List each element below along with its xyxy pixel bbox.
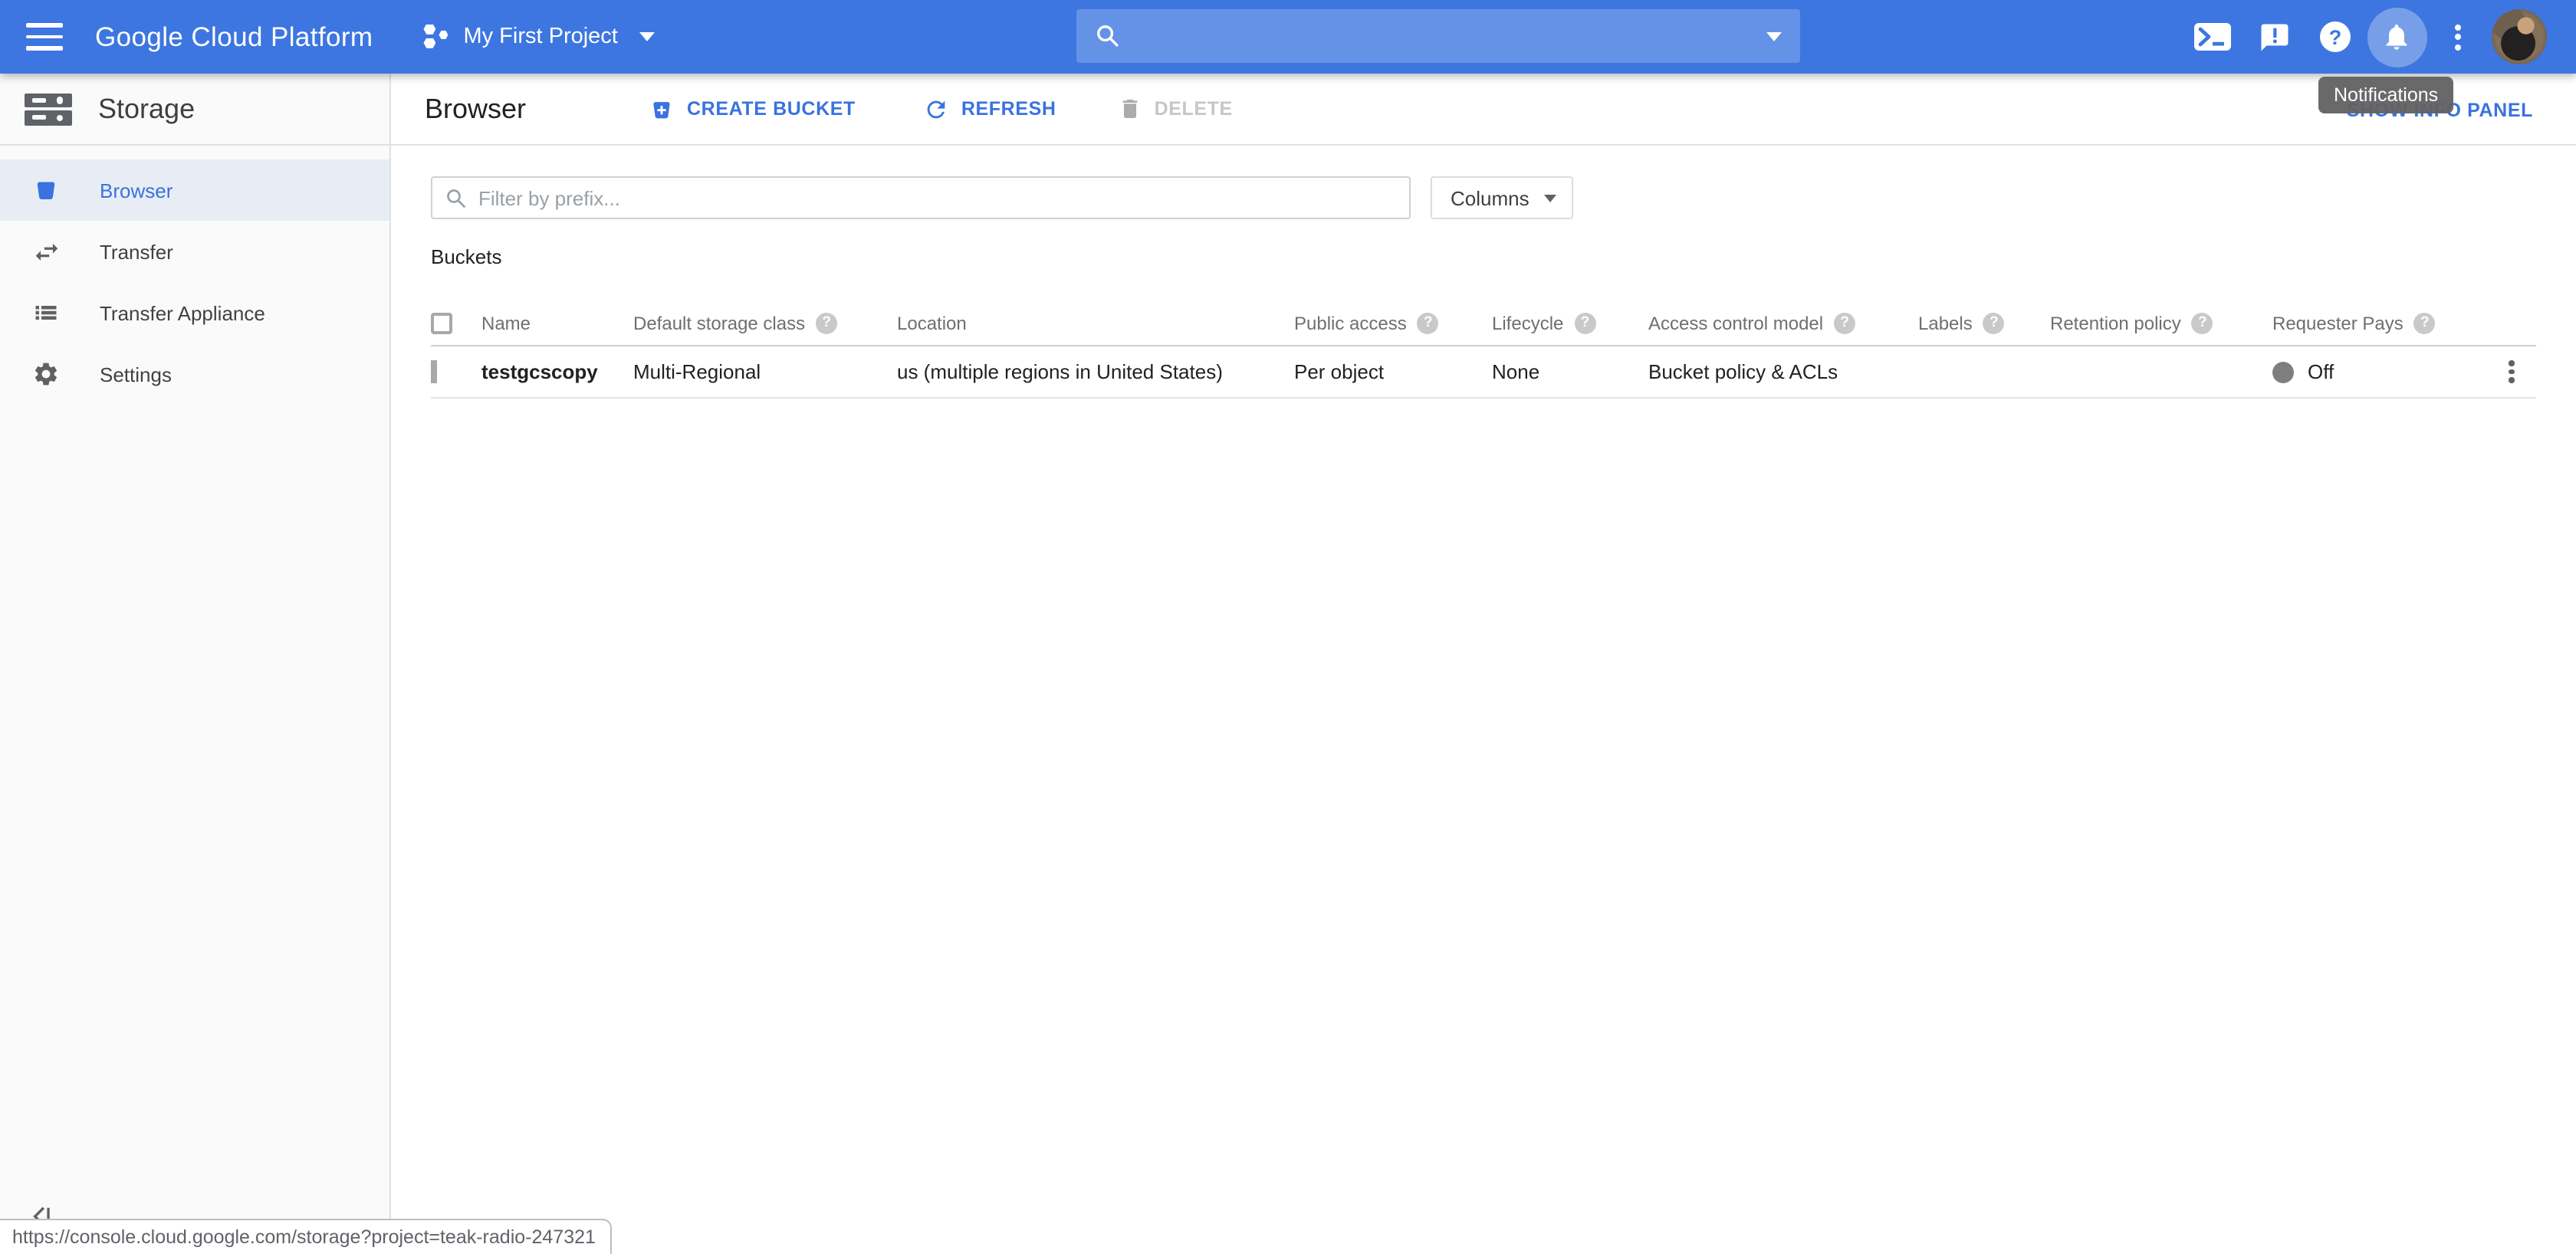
- help-icon[interactable]: ?: [1983, 312, 2005, 333]
- search-dropdown-icon[interactable]: [1766, 31, 1782, 41]
- row-menu-button[interactable]: [2509, 360, 2536, 383]
- action-bar: Browser CREATE BUCKET REFRESH: [391, 74, 2576, 146]
- create-bucket-button[interactable]: CREATE BUCKET: [649, 96, 856, 122]
- filter-toolbar: Columns: [391, 146, 2576, 219]
- cloud-shell-button[interactable]: [2182, 0, 2243, 74]
- sidebar-header: Storage: [0, 74, 389, 146]
- cell-access-control: Bucket policy & ACLs: [1648, 360, 1918, 383]
- buckets-section-label: Buckets: [431, 245, 2576, 268]
- cell-lifecycle: None: [1492, 360, 1648, 383]
- hamburger-menu-icon[interactable]: [26, 23, 63, 51]
- storage-product-icon: [25, 93, 72, 125]
- cell-storage-class: Multi-Regional: [633, 360, 897, 383]
- feedback-icon: [2258, 21, 2290, 53]
- search-icon: [1095, 23, 1121, 49]
- top-app-bar: Google Cloud Platform My First Project: [0, 0, 2576, 74]
- create-bucket-icon: [649, 96, 675, 122]
- table-header-row: Name Default storage class? Location Pub…: [431, 300, 2536, 346]
- help-button[interactable]: ?: [2305, 0, 2366, 74]
- bucket-name-link[interactable]: testgcscopy: [481, 360, 633, 383]
- sidebar-item-label: Transfer: [100, 240, 173, 263]
- help-icon[interactable]: ?: [2414, 312, 2436, 333]
- filter-field[interactable]: [431, 176, 1411, 219]
- filter-search-icon: [445, 186, 468, 209]
- table-row[interactable]: testgcscopy Multi-Regional us (multiple …: [431, 346, 2536, 399]
- col-header-lifecycle[interactable]: Lifecycle?: [1492, 312, 1648, 333]
- sidebar-nav: Browser Transfer: [0, 146, 389, 405]
- row-checkbox[interactable]: [431, 360, 437, 383]
- swap-arrows-icon: [31, 236, 61, 267]
- project-hexagons-icon: [423, 24, 449, 50]
- bucket-icon: [31, 175, 61, 205]
- cloud-shell-icon: [2194, 23, 2231, 51]
- refresh-button[interactable]: REFRESH: [923, 96, 1056, 122]
- buckets-table: Name Default storage class? Location Pub…: [431, 300, 2536, 399]
- cell-requester-pays: Off: [2272, 360, 2472, 383]
- project-selector[interactable]: My First Project: [423, 24, 654, 50]
- gcp-logo[interactable]: Google Cloud Platform: [95, 21, 373, 53]
- help-icon[interactable]: ?: [1834, 312, 1855, 333]
- topbar-icon-group: ?: [2182, 0, 2550, 74]
- col-header-name[interactable]: Name: [481, 312, 633, 333]
- status-url: https://console.cloud.google.com/storage…: [12, 1226, 596, 1248]
- account-button[interactable]: [2489, 0, 2550, 74]
- sidebar-item-transfer-appliance[interactable]: Transfer Appliance: [0, 282, 389, 343]
- trash-icon: [1118, 97, 1142, 121]
- more-options-button[interactable]: [2427, 0, 2489, 74]
- help-icon[interactable]: ?: [1418, 312, 1439, 333]
- notifications-tooltip: Notifications: [2318, 77, 2453, 113]
- help-icon[interactable]: ?: [2192, 312, 2213, 333]
- user-avatar: [2492, 9, 2547, 64]
- cell-public-access: Per object: [1294, 360, 1492, 383]
- sidebar-item-browser[interactable]: Browser: [0, 159, 389, 221]
- sidebar-item-label: Transfer Appliance: [100, 301, 265, 324]
- col-header-requester-pays[interactable]: Requester Pays?: [2272, 312, 2472, 333]
- help-icon[interactable]: ?: [816, 312, 837, 333]
- col-header-retention-policy[interactable]: Retention policy?: [2050, 312, 2272, 333]
- kebab-icon: [2455, 24, 2461, 50]
- chevron-down-icon: [639, 32, 655, 41]
- list-bars-icon: [31, 297, 61, 328]
- sidebar-item-label: Settings: [100, 363, 172, 386]
- col-header-storage-class[interactable]: Default storage class?: [633, 312, 897, 333]
- delete-button[interactable]: DELETE: [1118, 97, 1233, 121]
- browser-status-bar: https://console.cloud.google.com/storage…: [0, 1219, 613, 1254]
- gear-icon: [31, 359, 61, 389]
- col-header-access-control[interactable]: Access control model?: [1648, 312, 1918, 333]
- columns-caret-icon: [1545, 194, 1557, 202]
- col-header-public-access[interactable]: Public access?: [1294, 312, 1492, 333]
- sidebar: Storage Browser: [0, 74, 391, 1254]
- columns-button[interactable]: Columns: [1431, 176, 1574, 219]
- help-icon[interactable]: ?: [1574, 312, 1595, 333]
- col-header-labels[interactable]: Labels?: [1918, 312, 2050, 333]
- page-title: Browser: [425, 93, 526, 125]
- project-name: My First Project: [463, 25, 617, 49]
- filter-input[interactable]: [478, 186, 1397, 209]
- col-header-location[interactable]: Location: [897, 312, 1294, 333]
- sidebar-item-transfer[interactable]: Transfer: [0, 221, 389, 282]
- sidebar-title: Storage: [98, 93, 195, 125]
- status-dot-icon: [2272, 361, 2294, 382]
- app-body: Storage Browser: [0, 74, 2576, 1254]
- cell-location: us (multiple regions in United States): [897, 360, 1294, 383]
- notifications-bell-icon: [2381, 21, 2412, 52]
- notifications-button[interactable]: [2366, 0, 2427, 74]
- gcp-console: Google Cloud Platform My First Project: [0, 0, 2576, 1254]
- sidebar-item-label: Browser: [100, 179, 172, 202]
- refresh-icon: [923, 96, 949, 122]
- help-icon: ?: [2320, 21, 2351, 52]
- global-search-input[interactable]: [1076, 9, 1800, 63]
- feedback-button[interactable]: [2243, 0, 2305, 74]
- select-all-checkbox[interactable]: [431, 312, 452, 333]
- main-content: Browser CREATE BUCKET REFRESH: [391, 74, 2576, 1254]
- sidebar-item-settings[interactable]: Settings: [0, 343, 389, 405]
